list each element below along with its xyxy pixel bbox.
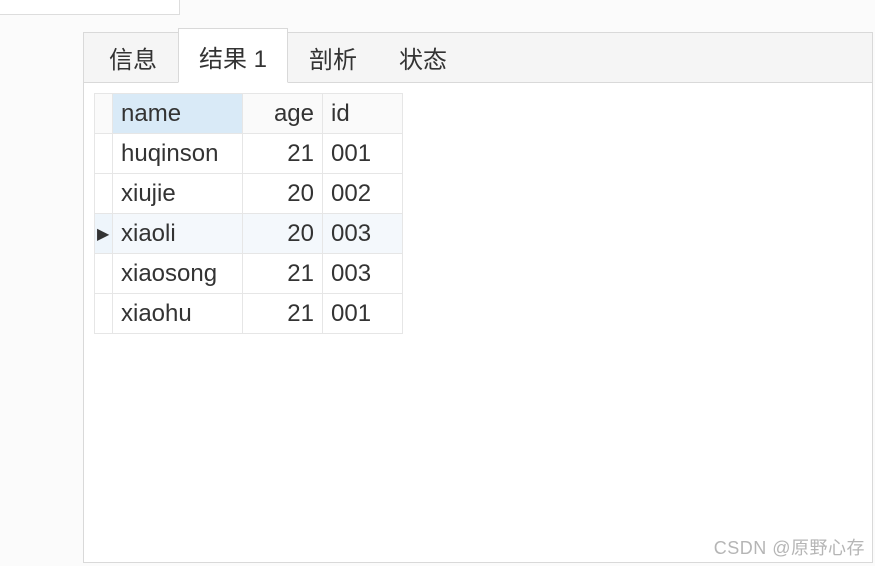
- column-header-id[interactable]: id: [323, 94, 403, 134]
- cell-name[interactable]: huqinson: [113, 134, 243, 174]
- tabs-bar: 信息 结果 1 剖析 状态: [84, 33, 872, 83]
- result-grid-wrap: name age id huqinson 21 001 xiujie 20 00…: [84, 83, 872, 334]
- cell-name[interactable]: xiaoli: [113, 214, 243, 254]
- tab-info[interactable]: 信息: [88, 29, 178, 83]
- header-row: name age id: [95, 94, 403, 134]
- tab-result-1[interactable]: 结果 1: [178, 28, 288, 83]
- cell-name[interactable]: xiujie: [113, 174, 243, 214]
- cell-age[interactable]: 20: [243, 214, 323, 254]
- row-gutter: [95, 254, 113, 294]
- cell-name[interactable]: xiaohu: [113, 294, 243, 334]
- table-row[interactable]: xiaosong 21 003: [95, 254, 403, 294]
- row-gutter: ▶: [95, 214, 113, 254]
- top-toolbar-fragment: [0, 0, 180, 15]
- result-grid[interactable]: name age id huqinson 21 001 xiujie 20 00…: [94, 93, 403, 334]
- cell-age[interactable]: 20: [243, 174, 323, 214]
- table-row[interactable]: xiaohu 21 001: [95, 294, 403, 334]
- row-gutter: [95, 174, 113, 214]
- tab-profile[interactable]: 剖析: [288, 29, 378, 83]
- gutter-header: [95, 94, 113, 134]
- cell-id[interactable]: 003: [323, 214, 403, 254]
- cell-id[interactable]: 001: [323, 134, 403, 174]
- row-gutter: [95, 134, 113, 174]
- table-row[interactable]: xiujie 20 002: [95, 174, 403, 214]
- cell-age[interactable]: 21: [243, 254, 323, 294]
- results-panel: 信息 结果 1 剖析 状态 name age id huqinson 21 00…: [83, 32, 873, 563]
- cell-id[interactable]: 002: [323, 174, 403, 214]
- column-header-name[interactable]: name: [113, 94, 243, 134]
- cell-name[interactable]: xiaosong: [113, 254, 243, 294]
- cell-id[interactable]: 001: [323, 294, 403, 334]
- cell-age[interactable]: 21: [243, 294, 323, 334]
- table-row[interactable]: ▶ xiaoli 20 003: [95, 214, 403, 254]
- tab-status[interactable]: 状态: [378, 29, 468, 83]
- cell-age[interactable]: 21: [243, 134, 323, 174]
- cell-id[interactable]: 003: [323, 254, 403, 294]
- row-gutter: [95, 294, 113, 334]
- column-header-age[interactable]: age: [243, 94, 323, 134]
- current-row-marker-icon: ▶: [97, 224, 109, 244]
- table-row[interactable]: huqinson 21 001: [95, 134, 403, 174]
